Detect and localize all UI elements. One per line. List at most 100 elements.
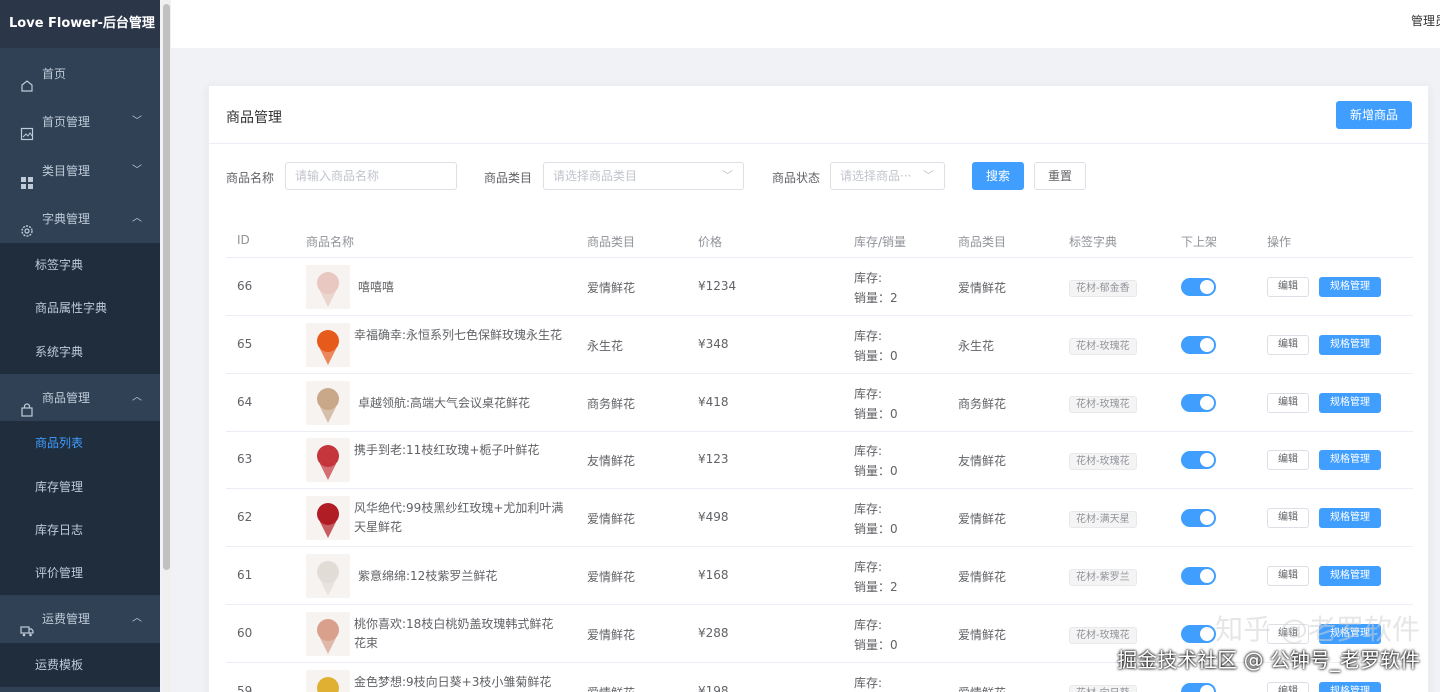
spec-manage-button[interactable]: 规格管理 — [1319, 277, 1381, 297]
sales-count: 销量：2 — [854, 580, 898, 594]
product-name: 风华绝代:99枝黑纱红玫瑰+尤加利叶满天星鲜花 — [354, 501, 564, 535]
spec-manage-button[interactable]: 规格管理 — [1319, 681, 1381, 692]
product-category-2: 爱情鲜花 — [958, 512, 1007, 527]
status-filter-label: 商品状态 — [772, 171, 821, 185]
product-id: 60 — [237, 625, 253, 640]
tag-badge: 花材-紫罗兰 — [1069, 569, 1137, 586]
sidebar-item-0[interactable]: 首页 — [0, 52, 160, 96]
sidebar-item-1[interactable]: 首页管理 ﹀ — [0, 100, 160, 144]
spec-manage-button[interactable]: 规格管理 — [1319, 392, 1381, 413]
status-toggle[interactable] — [1181, 393, 1216, 412]
truck-icon — [20, 612, 34, 637]
toggle-knob — [1200, 684, 1214, 692]
stock-label: 库存: — [854, 386, 883, 401]
product-price: ¥198 — [698, 683, 729, 692]
status-toggle[interactable] — [1181, 624, 1216, 643]
sidebar-item-6[interactable]: 系统字典 — [0, 330, 160, 374]
chevron-up-icon: ︿ — [132, 392, 142, 403]
sidebar-item-label: 标签字典 — [35, 258, 84, 272]
edit-button[interactable]: 编辑 — [1267, 450, 1309, 471]
status-toggle[interactable] — [1181, 335, 1216, 354]
name-search-input[interactable]: 请输入商品名称 — [285, 162, 457, 190]
chevron-up-icon: ︿ — [132, 613, 142, 624]
spec-manage-button[interactable]: 规格管理 — [1319, 508, 1381, 529]
product-thumbnail — [306, 265, 350, 309]
sidebar-item-12[interactable]: 运费管理 ︿ — [0, 597, 160, 641]
edit-button[interactable]: 编辑 — [1267, 566, 1309, 586]
sales-count: 销量：2 — [854, 291, 898, 305]
edit-button[interactable]: 编辑 — [1267, 681, 1309, 692]
edit-button[interactable]: 编辑 — [1267, 277, 1309, 297]
add-product-button[interactable]: 新增商品 — [1336, 101, 1412, 129]
sidebar-item-label: 商品管理 — [42, 391, 91, 405]
table-row: 64 卓越领航:高端大气会议桌花鲜花 商务鲜花 ¥418 库存: 销量：0 商务鲜花 花材-玫… — [226, 374, 1413, 432]
status-select[interactable]: 请选择商品··· ﹀ — [830, 162, 945, 190]
column-header: 标签字典 — [1069, 235, 1118, 249]
status-toggle[interactable] — [1181, 451, 1216, 470]
spec-manage-button[interactable]: 规格管理 — [1319, 334, 1381, 355]
stock-label: 库存: — [854, 675, 883, 690]
sidebar-item-8[interactable]: 商品列表 — [0, 421, 160, 465]
product-name: 幸福确幸:永恒系列七色保鲜玫瑰永生花 — [354, 327, 563, 342]
tag-badge: 花材-向日葵 — [1069, 684, 1137, 692]
table-row: 63 携手到老:11枝红玫瑰+栀子叶鲜花 友情鲜花 ¥123 库存: 销量：0 友情鲜花 花材… — [226, 431, 1413, 490]
product-name: 桃你喜欢:18枝白桃奶盖玫瑰韩式鲜花花束 — [354, 616, 554, 650]
status-toggle[interactable] — [1181, 509, 1216, 528]
tag-badge: 花材-满天星 — [1069, 511, 1137, 529]
spec-manage-button[interactable]: 规格管理 — [1319, 566, 1381, 586]
product-price: ¥498 — [698, 510, 729, 525]
status-select-placeholder: 请选择商品··· — [840, 169, 912, 183]
status-toggle[interactable] — [1181, 278, 1216, 296]
sidebar-item-5[interactable]: 商品属性字典 — [0, 286, 160, 330]
column-header: 商品名称 — [306, 235, 355, 249]
stock-label: 库存: — [854, 271, 883, 285]
product-category: 商务鲜花 — [587, 396, 636, 411]
reset-button[interactable]: 重置 — [1034, 162, 1086, 190]
watermark-zhihu: 知乎 @老罗软件 — [1215, 613, 1420, 646]
sales-count: 销量：0 — [854, 637, 898, 652]
scrollbar-thumb[interactable] — [163, 4, 170, 570]
sidebar-item-label: 库存日志 — [35, 523, 84, 537]
product-category-2: 永生花 — [958, 338, 995, 353]
sidebar-item-10[interactable]: 库存日志 — [0, 508, 160, 552]
sidebar-item-9[interactable]: 库存管理 — [0, 465, 160, 509]
top-bar: 管理员 — [171, 0, 1440, 48]
product-category-2: 爱情鲜花 — [958, 684, 1006, 692]
sidebar-item-label: 类目管理 — [42, 164, 91, 178]
sidebar-item-2[interactable]: 类目管理 ﹀ — [0, 149, 160, 193]
column-header: 操作 — [1267, 235, 1292, 249]
sidebar-item-label: 商品列表 — [35, 436, 84, 450]
column-header: 下上架 — [1181, 235, 1218, 249]
sidebar-item-11[interactable]: 评价管理 — [0, 551, 160, 595]
stock-label: 库存: — [854, 502, 883, 517]
column-header: 商品类目 — [958, 235, 1007, 249]
sidebar-scrollbar[interactable] — [162, 0, 171, 692]
product-category: 爱情鲜花 — [587, 281, 636, 295]
product-price: ¥123 — [698, 452, 729, 467]
search-button[interactable]: 搜索 — [972, 162, 1024, 190]
product-id: 59 — [237, 683, 253, 692]
product-name: 紫意绵绵:12枝紫罗兰鲜花 — [358, 569, 498, 583]
tag-badge: 花材-玫瑰花 — [1069, 626, 1137, 644]
chevron-up-icon: ︿ — [132, 213, 142, 224]
status-toggle[interactable] — [1181, 567, 1216, 585]
user-name[interactable]: 管理员 — [1411, 12, 1440, 29]
app-title: Love Flower-后台管理 — [0, 0, 160, 48]
toggle-knob — [1200, 280, 1214, 294]
edit-button[interactable]: 编辑 — [1267, 508, 1309, 529]
sidebar-item-13[interactable]: 运费模板 — [0, 643, 160, 687]
sidebar-item-7[interactable]: 商品管理 ︿ — [0, 376, 160, 420]
stock-label: 库存: — [854, 560, 883, 574]
edit-button[interactable]: 编辑 — [1267, 392, 1309, 413]
category-select[interactable]: 请选择商品类目 ﹀ — [543, 162, 744, 190]
sidebar-item-label: 字典管理 — [42, 212, 91, 226]
sidebar-item-4[interactable]: 标签字典 — [0, 243, 160, 287]
chevron-down-icon: ﹀ — [722, 169, 733, 182]
product-name: 携手到老:11枝红玫瑰+栀子叶鲜花 — [354, 443, 540, 458]
product-category-2: 友情鲜花 — [958, 454, 1007, 469]
status-toggle[interactable] — [1181, 682, 1216, 692]
sidebar-item-3[interactable]: 字典管理 ︿ — [0, 197, 160, 241]
product-name: 卓越领航:高端大气会议桌花鲜花 — [358, 395, 531, 410]
spec-manage-button[interactable]: 规格管理 — [1319, 450, 1381, 471]
edit-button[interactable]: 编辑 — [1267, 334, 1309, 355]
